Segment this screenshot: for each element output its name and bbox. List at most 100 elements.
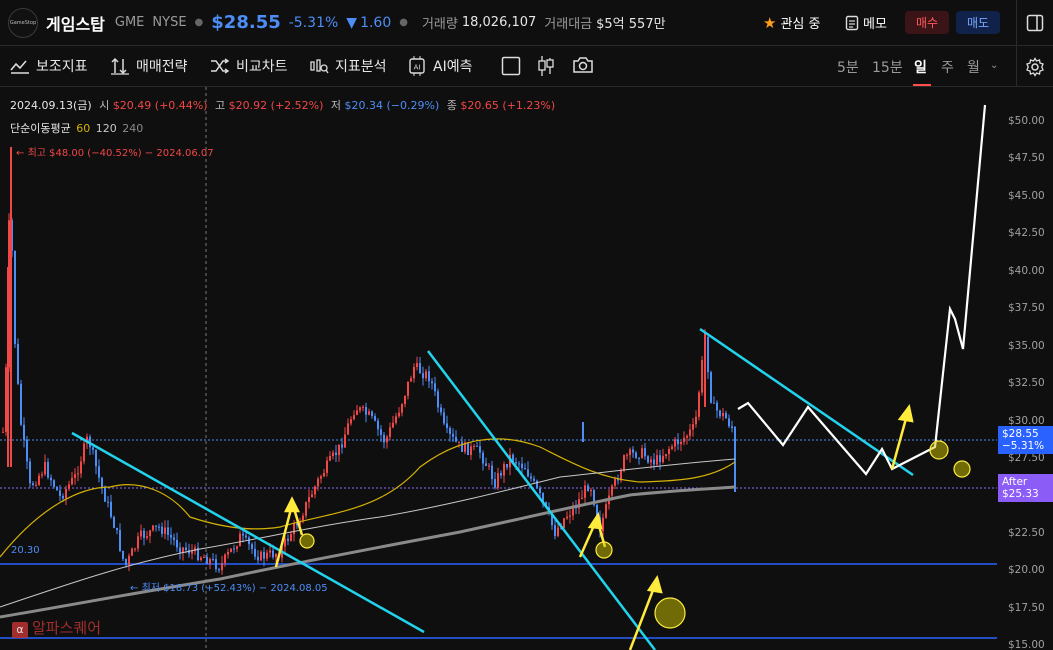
- timeframe-dropdown-icon[interactable]: ⌄: [990, 60, 998, 71]
- timeframe-15min[interactable]: 15분: [872, 57, 903, 77]
- analysis-label: 지표분석: [335, 59, 387, 75]
- square-icon: [501, 56, 521, 76]
- candle-body: [104, 487, 106, 502]
- sell-button[interactable]: 매도: [956, 11, 1000, 34]
- candle-body: [713, 402, 715, 404]
- timeframe-day[interactable]: 일: [914, 57, 927, 77]
- volume-label: 거래량: [421, 17, 458, 32]
- candle-body: [266, 552, 268, 559]
- candle-body: [173, 537, 175, 540]
- candle-body: [590, 489, 592, 492]
- candle-body: [494, 479, 496, 488]
- strategy-label: 매매전략: [136, 59, 188, 75]
- candle-body: [431, 381, 433, 384]
- candle-body: [167, 527, 169, 535]
- candle-body: [692, 424, 694, 430]
- candle-body: [626, 455, 628, 457]
- candle-body: [392, 422, 394, 428]
- candle-body: [533, 478, 535, 481]
- candle-body: [137, 536, 139, 549]
- candle-body: [722, 412, 724, 417]
- candle-body: [320, 476, 322, 479]
- candle-body: [536, 480, 538, 488]
- ai-predict-button[interactable]: AI AI예측: [407, 56, 472, 76]
- candle-body: [161, 526, 163, 534]
- trend-line-icon: [10, 60, 29, 74]
- price-chart[interactable]: 2024.09.13(금) 시 $20.49 (+0.44%) 고 $20.92…: [0, 87, 1053, 650]
- candle-body: [491, 465, 493, 480]
- candle-body: [44, 461, 46, 475]
- compare-button[interactable]: 비교차트: [210, 56, 288, 76]
- axis-tick-label: $22.50: [1008, 526, 1045, 539]
- candle-body: [371, 411, 373, 417]
- candle-body: [422, 373, 424, 379]
- change-absolute: 1.60: [360, 14, 392, 31]
- candle-body: [476, 445, 478, 447]
- side-panel-toggle[interactable]: [1016, 0, 1053, 46]
- candle-body: [653, 459, 655, 465]
- axis-tick-label: $42.50: [1008, 227, 1045, 240]
- ohlc-info: 2024.09.13(금) 시 $20.49 (+0.44%) 고 $20.92…: [10, 97, 555, 113]
- memo-button[interactable]: 메모: [845, 13, 887, 32]
- indicator-button[interactable]: 보조지표: [10, 56, 88, 76]
- candle-body: [488, 465, 490, 467]
- candle-body: [539, 487, 541, 494]
- timeframe-5min[interactable]: 5분: [837, 57, 859, 77]
- after-price: $25.33: [1002, 488, 1039, 500]
- candle-body: [623, 455, 625, 471]
- candle-body: [521, 463, 523, 469]
- high-value: $20.92 (+2.52%): [228, 99, 324, 112]
- max-price-note: ← 최고 $48.00 (−40.52%) − 2024.06.07: [16, 144, 214, 159]
- after-label: After: [1002, 476, 1028, 488]
- chart-settings-button[interactable]: [1016, 46, 1053, 87]
- indicator-label: 보조지표: [36, 59, 88, 75]
- memo-label: 메모: [863, 17, 887, 32]
- change-percent: -5.31%: [288, 14, 339, 31]
- candle-body: [668, 448, 670, 455]
- watermark-text: 알파스퀘어: [32, 619, 102, 637]
- analysis-button[interactable]: 지표분석: [309, 56, 387, 76]
- candle-body: [146, 536, 148, 538]
- candle-body: [614, 479, 616, 486]
- star-icon: ★: [763, 13, 777, 32]
- active-timeframe-indicator: [913, 84, 931, 86]
- candle-body: [170, 534, 172, 538]
- candle-type-button[interactable]: [537, 55, 555, 77]
- timeframe-week[interactable]: 주: [941, 57, 954, 77]
- candle-body: [209, 559, 211, 564]
- candle-body: [83, 443, 85, 462]
- candle-body: [269, 550, 271, 553]
- chart-canvas[interactable]: [0, 87, 1053, 650]
- candle-body: [611, 485, 613, 496]
- candle-body: [26, 439, 28, 462]
- logo-text: GameStop: [9, 19, 37, 26]
- candle-body: [35, 484, 37, 486]
- axis-tick-label: $37.50: [1008, 302, 1045, 315]
- candle-body: [254, 548, 256, 557]
- watchlist-button[interactable]: ★ 관심 중: [763, 13, 820, 33]
- stock-name: 게임스탑: [46, 14, 105, 34]
- drawing-box-button[interactable]: [501, 56, 521, 76]
- strategy-button[interactable]: 매매전략: [110, 56, 188, 76]
- candle-body: [671, 446, 673, 449]
- buy-button[interactable]: 매수: [905, 11, 949, 34]
- candle-body: [428, 371, 430, 382]
- screenshot-button[interactable]: [572, 56, 594, 74]
- candle-body: [68, 484, 70, 489]
- candle-body: [473, 445, 475, 447]
- candle-body: [287, 538, 289, 541]
- candle-body: [239, 533, 241, 547]
- candle-body: [128, 555, 130, 565]
- company-logo: GameStop: [8, 7, 38, 38]
- candle-body: [143, 530, 145, 538]
- candle-body: [101, 477, 103, 488]
- candle-body: [527, 469, 529, 477]
- candle-body: [461, 441, 463, 452]
- candle-body: [716, 402, 718, 411]
- candle-body: [356, 410, 358, 416]
- candle-body: [650, 459, 652, 463]
- candle-body: [440, 407, 442, 413]
- candle-body: [317, 478, 319, 487]
- timeframe-month[interactable]: 월: [967, 57, 980, 77]
- candle-body: [377, 420, 379, 430]
